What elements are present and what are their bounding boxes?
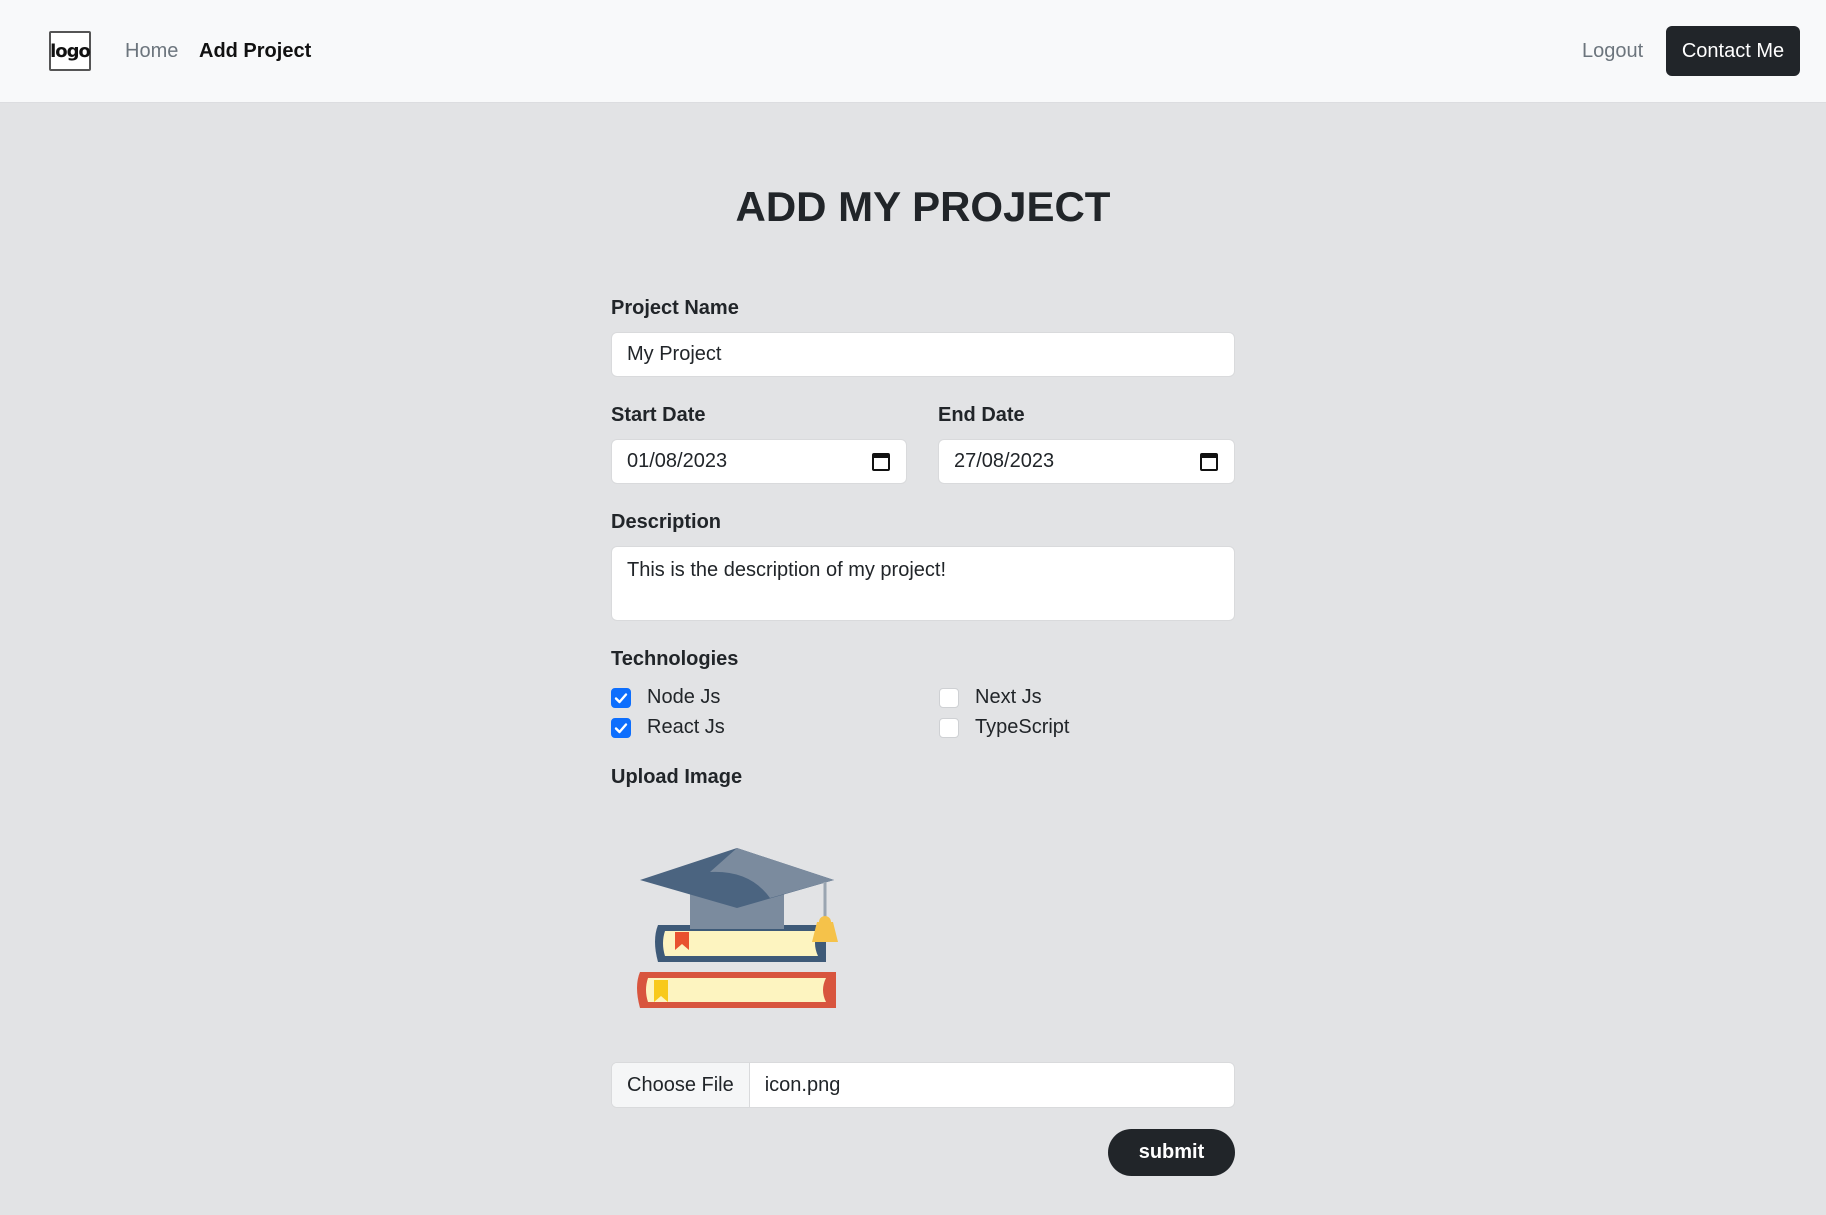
tech-option-next-js[interactable]: Next Js — [939, 686, 1042, 709]
technologies-label: Technologies — [611, 648, 739, 670]
contact-me-button[interactable]: Contact Me — [1666, 26, 1800, 76]
calendar-icon[interactable] — [872, 452, 890, 471]
nav-link-logout[interactable]: Logout — [1582, 40, 1643, 63]
tech-option-label: Next Js — [975, 686, 1042, 708]
end-date-label: End Date — [938, 404, 1025, 426]
logo[interactable]: logo — [49, 31, 91, 71]
navbar: logo Home Add Project Logout Contact Me — [0, 0, 1826, 103]
checkbox[interactable] — [611, 717, 631, 738]
project-name-label: Project Name — [611, 297, 739, 319]
file-upload-input[interactable]: Choose File icon.png — [611, 1062, 1235, 1108]
file-name-text: icon.png — [764, 1073, 841, 1096]
start-date-value: 01/08/2023 — [627, 450, 728, 472]
upload-image-label: Upload Image — [611, 766, 743, 788]
page-title: ADD MY PROJECT — [735, 183, 1111, 230]
tech-option-label: React Js — [647, 716, 725, 738]
choose-file-button[interactable]: Choose File — [612, 1063, 750, 1107]
tech-option-label: Node Js — [647, 686, 721, 708]
start-date-label: Start Date — [611, 404, 706, 426]
end-date-value: 27/08/2023 — [954, 450, 1055, 472]
project-name-input[interactable]: My Project — [611, 332, 1235, 377]
tech-option-typescript[interactable]: TypeScript — [939, 716, 1069, 739]
checkbox[interactable] — [611, 687, 631, 708]
project-name-value: My Project — [627, 343, 722, 365]
tech-option-node-js[interactable]: Node Js — [611, 686, 720, 709]
nav-link-home[interactable]: Home — [125, 40, 178, 63]
calendar-icon[interactable] — [1200, 452, 1218, 471]
books-graduation-cap-icon — [637, 848, 838, 1008]
nav-link-add-project[interactable]: Add Project — [199, 40, 311, 63]
tech-option-react-js[interactable]: React Js — [611, 716, 725, 739]
submit-button[interactable]: submit — [1108, 1129, 1235, 1176]
checkbox[interactable] — [939, 717, 959, 738]
description-value: This is the description of my project! — [627, 559, 947, 581]
description-label: Description — [611, 511, 722, 533]
tech-option-label: TypeScript — [975, 716, 1070, 738]
description-textarea[interactable]: This is the description of my project! — [611, 546, 1235, 621]
end-date-input[interactable]: 27/08/2023 — [938, 439, 1235, 484]
checkbox[interactable] — [939, 687, 959, 708]
start-date-input[interactable]: 01/08/2023 — [611, 439, 907, 484]
